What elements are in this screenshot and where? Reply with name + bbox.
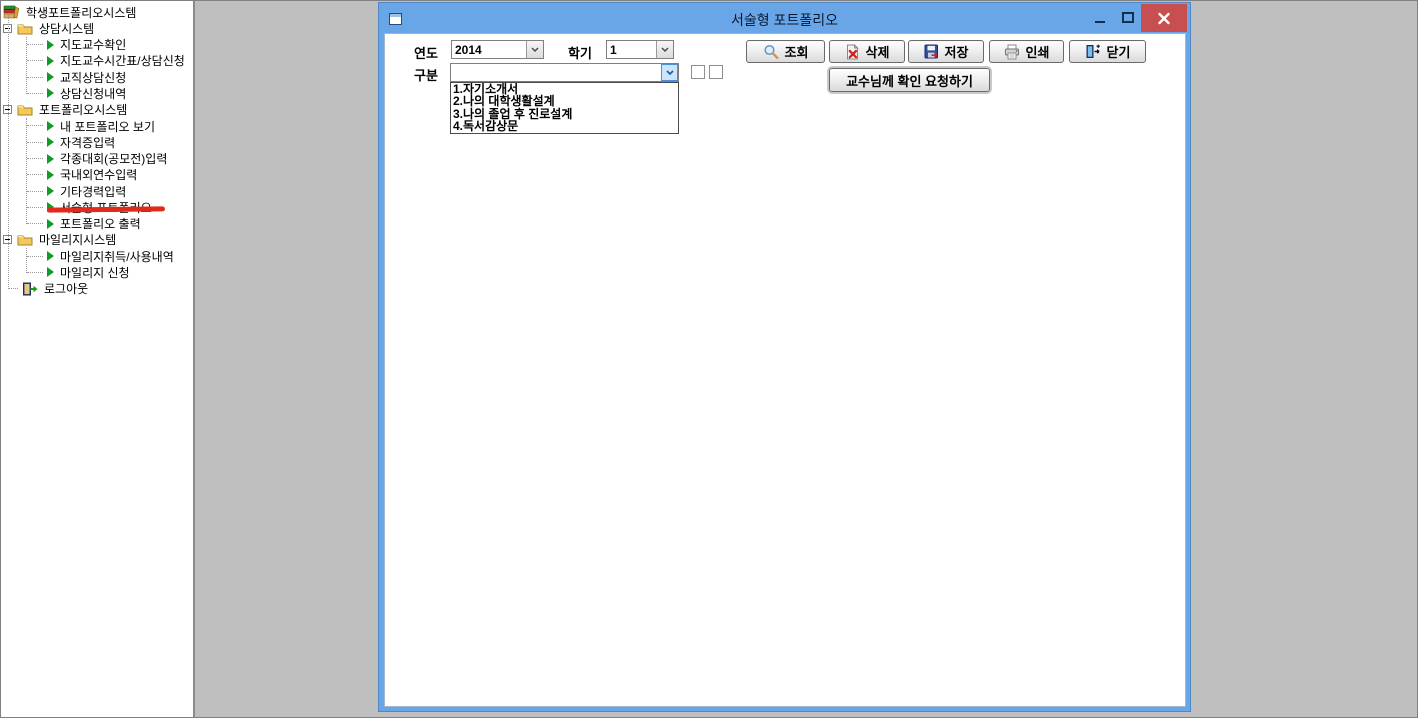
leaf-arrow-icon — [46, 186, 54, 196]
dialog-titlebar[interactable]: 서술형 포트폴리오 — [379, 3, 1190, 33]
sidebar-item-teaching-counsel-request[interactable]: 교직상담신청 — [1, 69, 193, 85]
sidebar-item-mileage-history[interactable]: 마일리지취득/사용내역 — [1, 248, 193, 264]
chevron-down-icon[interactable] — [656, 41, 673, 58]
chevron-down-icon[interactable] — [661, 64, 678, 81]
dialog-content: 연도 2014 학기 1 구분 1.자기소개서 2.나의 대학생활설계 — [384, 33, 1186, 707]
folder-icon — [17, 22, 33, 35]
leaf-arrow-icon — [46, 219, 54, 229]
tree-guide-line — [26, 37, 27, 94]
leaf-arrow-icon — [46, 251, 54, 261]
request-professor-confirm-button[interactable]: 교수님께 확인 요청하기 — [829, 68, 990, 92]
tree: 학생포트폴리오시스템 상담시스템 지도교수확인 지도교수시간표/상담신청 교직상… — [1, 1, 193, 297]
delete-button[interactable]: 삭제 — [829, 40, 905, 63]
checkbox-2[interactable] — [709, 65, 723, 79]
leaf-arrow-icon — [46, 56, 54, 66]
sidebar-root-label: 학생포트폴리오시스템 — [24, 4, 138, 21]
category-dropdown-list: 1.자기소개서 2.나의 대학생활설계 3.나의 졸업 후 진로설계 4.독서감… — [450, 82, 679, 134]
search-button[interactable]: 조회 — [746, 40, 825, 63]
year-select[interactable]: 2014 — [451, 40, 544, 59]
leaf-arrow-icon — [46, 267, 54, 277]
narrative-portfolio-dialog: 서술형 포트폴리오 연도 2014 학기 1 구분 — [378, 2, 1191, 712]
print-icon — [1004, 44, 1020, 60]
search-icon — [763, 44, 779, 60]
sidebar-item-logout[interactable]: 로그아웃 — [1, 281, 193, 297]
save-icon — [924, 44, 939, 60]
maximize-button[interactable] — [1115, 3, 1141, 32]
sidebar-item-advisor-confirm[interactable]: 지도교수확인 — [1, 37, 193, 53]
delete-icon — [845, 44, 860, 60]
chevron-down-icon[interactable] — [526, 41, 543, 58]
exit-door-icon — [1085, 44, 1101, 59]
semester-select[interactable]: 1 — [606, 40, 674, 59]
close-dialog-button[interactable]: 닫기 — [1069, 40, 1146, 63]
dialog-title: 서술형 포트폴리오 — [379, 10, 1190, 30]
save-button[interactable]: 저장 — [908, 40, 984, 63]
logout-door-icon — [21, 282, 38, 296]
sidebar-item-mileage-request[interactable]: 마일리지 신청 — [1, 264, 193, 280]
sidebar-item-other-career-input[interactable]: 기타경력입력 — [1, 183, 193, 199]
sidebar-item-certificate-input[interactable]: 자격증입력 — [1, 134, 193, 150]
leaf-arrow-icon — [46, 170, 54, 180]
sidebar-tree-panel: 학생포트폴리오시스템 상담시스템 지도교수확인 지도교수시간표/상담신청 교직상… — [1, 1, 195, 717]
folder-icon — [17, 233, 33, 246]
checkbox-1[interactable] — [691, 65, 705, 79]
year-label: 연도 — [414, 43, 438, 62]
minimize-button[interactable] — [1086, 3, 1114, 32]
close-x-icon — [1157, 12, 1171, 25]
sidebar-item-my-portfolio-view[interactable]: 내 포트폴리오 보기 — [1, 118, 193, 134]
sidebar-root[interactable]: 학생포트폴리오시스템 — [1, 4, 193, 20]
leaf-arrow-icon — [46, 72, 54, 82]
sidebar-item-portfolio-print[interactable]: 포트폴리오 출력 — [1, 215, 193, 231]
leaf-arrow-icon — [46, 154, 54, 164]
books-icon — [3, 5, 20, 19]
leaf-arrow-icon — [46, 121, 54, 131]
sidebar-item-counseling-system[interactable]: 상담시스템 — [1, 20, 193, 36]
sidebar-item-training-input[interactable]: 국내외연수입력 — [1, 167, 193, 183]
category-select[interactable] — [450, 63, 679, 82]
semester-label: 학기 — [568, 43, 592, 62]
tree-guide-line — [26, 248, 27, 273]
category-label: 구분 — [414, 65, 438, 84]
leaf-arrow-icon — [46, 88, 54, 98]
sidebar-item-contest-input[interactable]: 각종대회(공모전)입력 — [1, 150, 193, 166]
category-option[interactable]: 2.나의 대학생활설계 — [451, 95, 678, 107]
titlebar-close-button[interactable] — [1141, 4, 1187, 32]
folder-icon — [17, 103, 33, 116]
tree-guide-line — [8, 15, 9, 289]
sidebar-item-portfolio-system[interactable]: 포트폴리오시스템 — [1, 102, 193, 118]
tree-guide-line — [26, 118, 27, 224]
leaf-arrow-icon — [46, 40, 54, 50]
sidebar-item-mileage-system[interactable]: 마일리지시스템 — [1, 232, 193, 248]
sidebar-item-advisor-timetable[interactable]: 지도교수시간표/상담신청 — [1, 53, 193, 69]
print-button[interactable]: 인쇄 — [989, 40, 1064, 63]
sidebar-item-counsel-request-history[interactable]: 상담신청내역 — [1, 85, 193, 101]
leaf-arrow-icon — [46, 137, 54, 147]
category-option[interactable]: 4.독서감상문 — [451, 120, 678, 132]
